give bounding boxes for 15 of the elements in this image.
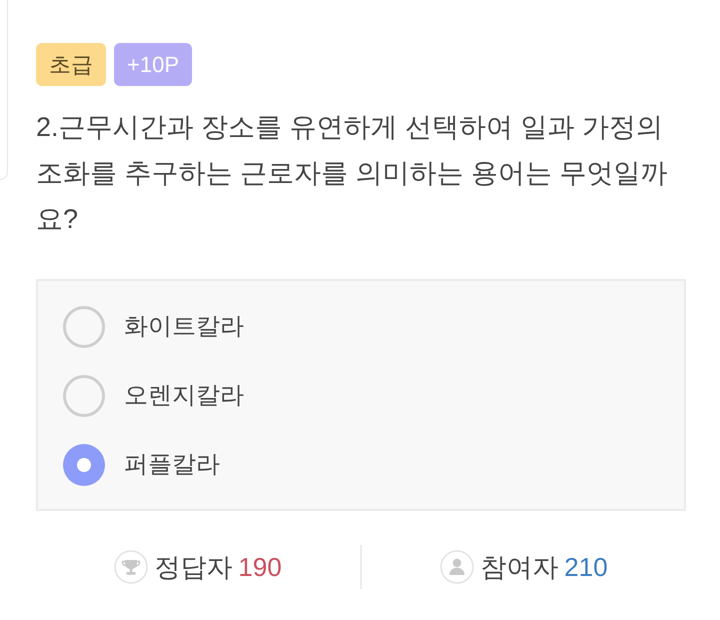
points-badge: +10P bbox=[114, 43, 192, 86]
person-icon bbox=[440, 550, 474, 584]
stat-count: 210 bbox=[564, 554, 608, 580]
option-label[interactable]: 화이트칼라 bbox=[124, 315, 244, 339]
radio-button[interactable] bbox=[63, 306, 105, 348]
stat-label: 정답자 bbox=[154, 554, 232, 580]
option-label[interactable]: 오렌지칼라 bbox=[124, 384, 244, 408]
stat-count: 190 bbox=[238, 554, 282, 580]
trophy-icon bbox=[114, 550, 148, 584]
question-text: 2.근무시간과 장소를 유연하게 선택하여 일과 가정의 조화를 추구하는 근로자를 의미하는 용어는 무엇일까요? bbox=[36, 111, 669, 236]
radio-button[interactable] bbox=[63, 375, 105, 417]
level-badge: 초급 bbox=[36, 43, 106, 86]
option-label[interactable]: 퍼플칼라 bbox=[124, 453, 220, 477]
radio-button-selected[interactable] bbox=[63, 444, 105, 486]
stat-label: 참여자 bbox=[480, 554, 558, 580]
